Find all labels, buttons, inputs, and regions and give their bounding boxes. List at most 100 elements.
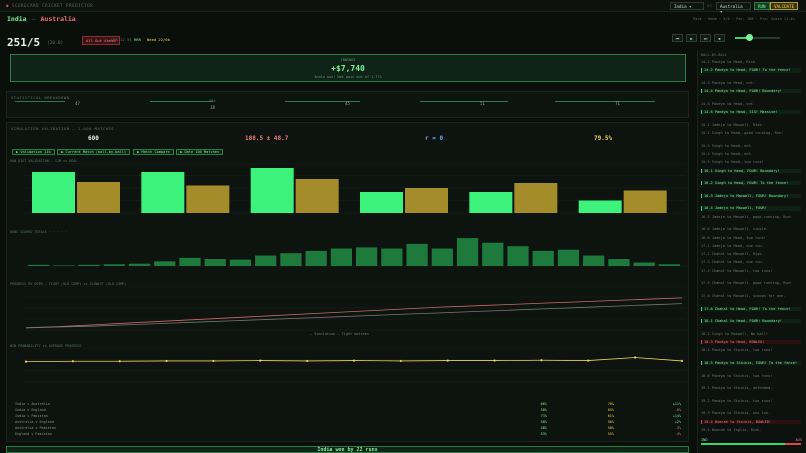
ball-event[interactable]: 17.6 Chahal to Head, FOUR! To the fence! <box>701 306 801 311</box>
bar <box>623 190 667 213</box>
slider-handle[interactable] <box>746 34 753 41</box>
top-bar: ● SCORECARD CRICKET PREDICTOR India ▾ vs… <box>0 0 806 14</box>
matchup-table: India v Australia 66% 70% +11% India v Engla… <box>10 400 686 438</box>
ball-event[interactable]: 14.4 Pandya to Head, FOUR! Boundary! <box>701 89 801 94</box>
stat-value: 18 <box>210 105 215 110</box>
ball-event[interactable]: 17.3 Chahal to Head, one run. <box>701 260 801 264</box>
ball-event[interactable]: 16.3 Jadeja to Maxwell, FOUR! Boundary! <box>701 193 801 198</box>
table-row: England v Pakistan 53% 55% -4% <box>15 432 681 436</box>
bar <box>633 262 655 266</box>
table-row: India v Pakistan 73% 61% +14% <box>15 414 681 418</box>
bar <box>186 185 230 213</box>
ball-event[interactable]: 19.1 Pandya to Stoinis, defended. <box>701 386 801 390</box>
view-chip[interactable]: ▶ Validation 11k <box>12 149 55 155</box>
ball-event[interactable]: 15.2 Singh to Head, good running, Run! <box>701 131 801 135</box>
stat-item: MAX 18 <box>150 99 275 110</box>
series-line <box>25 303 683 329</box>
run-button[interactable]: RUN <box>754 2 770 10</box>
ball-event[interactable]: 15.1 Jadeja to Maxwell, Risk. <box>701 123 801 127</box>
stat-label: MAX <box>209 99 216 103</box>
ball-event[interactable]: 18.5 Pandya to Stoinis, FOUR! To the fen… <box>701 360 801 366</box>
series-line <box>25 297 683 329</box>
bar <box>305 250 327 266</box>
ball-event[interactable]: 14.5 Pandya to Head, ont. <box>701 102 801 106</box>
ball-event[interactable]: 17.6 Chahal to Maxwell, scoops for one. <box>701 294 801 298</box>
bar <box>514 183 558 213</box>
play-icon: ▶ <box>690 36 693 41</box>
ball-event[interactable]: 17.2 Chahal to Maxwell, Risk. <box>701 252 801 256</box>
ball-event[interactable]: 14.2 Pandya to Head, FOUR! To the fence! <box>701 68 801 73</box>
innings-result: INNINGS +$7,740 India won! Net gain out … <box>10 54 686 82</box>
ball-event[interactable]: 15.5 Singh to Head, two runs! <box>701 160 801 164</box>
ball-event[interactable]: 14.6 Pandya to Head, SIX! Massive! <box>701 110 801 115</box>
forward-button[interactable]: ⏭ <box>700 34 711 42</box>
ball-event[interactable]: 18.4 Pandya to Stoinis, two runs! <box>701 348 801 352</box>
speed-slider[interactable] <box>735 37 780 39</box>
view-chip[interactable]: ▶ Date 100 Matches <box>176 149 224 155</box>
bar <box>608 259 630 266</box>
ball-event[interactable]: 15.4 Singh to Head, ont. <box>701 152 801 156</box>
stat-item: 47 <box>15 101 140 106</box>
ball-event[interactable]: 16.6 Jadeja to Maxwell, single. <box>701 227 801 231</box>
bar <box>532 250 554 266</box>
ball-event[interactable]: 16.5 Jadeja to Maxwell, good running, Ru… <box>701 215 801 219</box>
ball-event[interactable]: 18.3 Pandya to Head, BOWLED! <box>701 340 801 345</box>
bar <box>431 248 453 266</box>
bar <box>583 255 605 266</box>
team2-name: Australia <box>40 15 76 23</box>
ball-event[interactable]: 17.4 Chahal to Maxwell, two runs! <box>701 269 801 273</box>
stats-section: STATISTICAL BREAKDOWN 47 MAX 18 45 51 71 <box>6 91 689 118</box>
ball-event[interactable]: 19.4 Bumrah to Stoinis, BOWLED! <box>701 419 801 424</box>
ball-event[interactable]: 14.3 Pandya to Head, ont. <box>701 81 801 85</box>
table-row: Australia v Pakistan 48% 50% -3% <box>15 426 681 430</box>
ball-event[interactable]: 19.3 Pandya to Stoinis, one run. <box>701 411 801 415</box>
bar <box>154 261 176 266</box>
bar <box>250 168 294 213</box>
team1-select[interactable]: India ▾ <box>670 2 704 10</box>
forward-icon: ⏭ <box>703 36 708 41</box>
bar <box>482 242 504 266</box>
ball-event[interactable]: 18.1 Chahal to Head, FOUR! Boundary! <box>701 319 801 324</box>
match-result-banner: India won by 22 runs <box>6 446 689 453</box>
ball-event[interactable]: 14.2 Pandya to Head, Risk. <box>701 60 801 64</box>
ball-event[interactable]: 19.2 Pandya to Stoinis, two runs! <box>701 399 801 403</box>
stat-item: 45 <box>285 101 410 106</box>
bar <box>295 179 339 213</box>
data-point <box>71 360 74 363</box>
live-dot-icon: ● <box>6 3 10 8</box>
view-chip[interactable]: ▶ Current Match (ball-by-ball) <box>57 149 131 155</box>
ball-event[interactable]: 16.6 Jadeja to Head, two runs! <box>701 236 801 240</box>
play-button[interactable]: ▶ <box>686 34 697 42</box>
team2-select[interactable]: Australia ▾ <box>716 2 751 14</box>
win-prob-left: IND <box>701 438 708 442</box>
data-point <box>165 359 168 363</box>
ball-event[interactable]: 15.3 Singh to Head, ont. <box>701 144 801 148</box>
validate-button[interactable]: VALIDATE <box>770 2 799 10</box>
data-point <box>24 360 28 363</box>
stat-item: 51 <box>420 101 545 106</box>
bar <box>578 200 622 213</box>
end-button[interactable]: ⏹ <box>714 34 725 42</box>
bar <box>77 182 120 213</box>
stop-icon: ⏹ <box>718 36 721 41</box>
bar <box>557 249 580 266</box>
match-meta: Pace · Home · 5/6 · Par: 188 · Pre: Indi… <box>693 17 795 21</box>
ball-event[interactable]: 17.5 Chahal to Maxwell, good running, Ru… <box>701 281 801 285</box>
bar <box>103 264 125 266</box>
data-point <box>306 359 309 363</box>
ball-event[interactable]: 16.2 Singh to Head, FOUR! To the fence! <box>701 181 801 186</box>
view-chip[interactable]: ▶ Match Compare <box>133 149 174 155</box>
ball-event[interactable]: 19.5 Bumrah to Inglis, Risk. <box>701 428 801 432</box>
data-point <box>352 359 356 362</box>
stat-value: 45 <box>345 101 350 106</box>
summary-number: 79.5% <box>594 135 613 142</box>
table-row: Australia v England 58% 56% +2% <box>15 420 681 424</box>
ball-event[interactable]: 18.6 Pandya to Stoinis, two runs! <box>701 374 801 378</box>
ball-event[interactable]: 16.1 Singh to Head, FOUR! Boundary! <box>701 168 801 173</box>
bar <box>405 188 448 213</box>
ball-event[interactable]: 17.1 Jadeja to Head, one run. <box>701 244 801 248</box>
rewind-button[interactable]: ⏮ <box>672 34 683 42</box>
data-point <box>493 359 496 362</box>
ball-event[interactable]: 16.4 Jadeja to Maxwell, FOUR! <box>701 206 801 211</box>
ball-event[interactable]: 18.2 Singh to Maxwell, No ball! <box>701 332 801 336</box>
